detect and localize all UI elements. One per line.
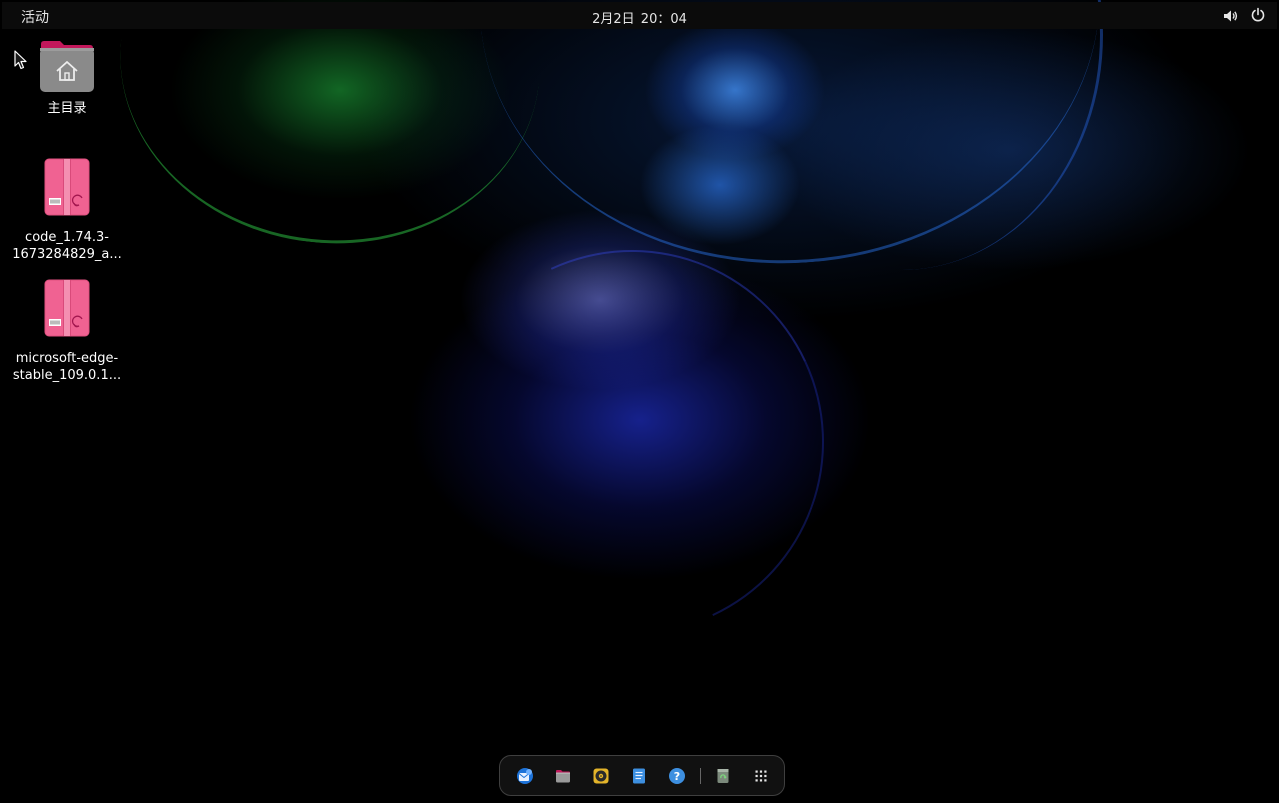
desktop-icon-label: code_1.74.3-	[25, 230, 109, 245]
mouse-cursor-icon	[14, 50, 27, 70]
wallpaper-wisp	[462, 0, 1118, 284]
dock: ?	[499, 755, 785, 796]
desktop-screen: 活动 2月2日 20：04 主目录 code_1.74.3- 167328482…	[0, 0, 1279, 803]
dock-separator	[700, 768, 701, 784]
desktop-icon-label: stable_109.0.1...	[12, 368, 122, 383]
svg-text:?: ?	[674, 770, 680, 783]
home-folder-icon	[38, 38, 96, 94]
wallpaper-wisp	[700, 0, 1103, 270]
app-grid-icon[interactable]	[752, 767, 770, 785]
text-editor-icon[interactable]	[630, 767, 648, 785]
desktop-icon-edge-deb[interactable]: microsoft-edge- stable_109.0.1...	[7, 279, 127, 384]
trash-icon[interactable]	[714, 767, 732, 785]
wallpaper-wisp	[385, 195, 879, 689]
clock-time: 20：04	[640, 12, 687, 27]
power-icon[interactable]	[1250, 7, 1266, 23]
volume-icon[interactable]	[1222, 8, 1238, 24]
desktop-icon-code-deb[interactable]: code_1.74.3- 1673284829_a...	[7, 158, 127, 263]
top-bar: 活动 2月2日 20：04	[2, 2, 1277, 29]
music-player-icon[interactable]	[592, 767, 610, 785]
help-icon[interactable]: ?	[668, 767, 686, 785]
desktop-icon-label: 主目录	[47, 101, 87, 116]
deb-package-icon	[44, 279, 90, 337]
file-manager-icon[interactable]	[554, 767, 572, 785]
wallpaper-wisp	[102, 0, 558, 264]
desktop-icon-label: 1673284829_a...	[12, 247, 122, 262]
desktop-icon-label: microsoft-edge-	[15, 351, 119, 366]
deb-package-icon	[44, 158, 90, 216]
mail-client-icon[interactable]	[516, 767, 534, 785]
clock-date: 2月2日	[592, 12, 635, 27]
clock[interactable]: 2月2日 20：04	[2, 8, 1277, 27]
